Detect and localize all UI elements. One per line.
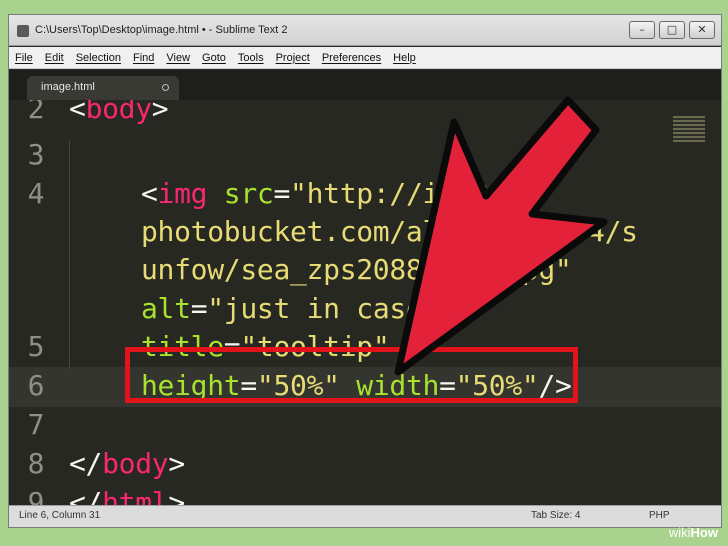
maximize-button[interactable]: □ [659,21,685,39]
menu-bar: File Edit Selection Find View Goto Tools… [9,47,721,69]
menu-file[interactable]: File [15,52,33,64]
watermark: wikiHow [668,525,718,540]
menu-goto[interactable]: Goto [202,52,226,64]
code-line-2: <body> [69,100,169,125]
line-number: 6 [27,369,45,402]
status-bar: Line 6, Column 31 Tab Size: 4 PHP [9,505,721,527]
unsaved-dot-icon[interactable] [162,84,169,91]
menu-selection[interactable]: Selection [76,52,121,64]
line-number: 5 [27,330,45,363]
minimap[interactable] [673,116,705,142]
code-line-4: <img src="http://i992. [141,177,506,210]
tab-size-indicator[interactable]: Tab Size: 4 [531,510,580,521]
line-number: 9 [27,486,45,506]
tab-image-html[interactable]: image.html [27,76,179,100]
menu-view[interactable]: View [166,52,190,64]
tab-label: image.html [41,81,95,93]
window-controls: – □ ✕ [629,21,715,39]
line-number: 4 [27,177,45,210]
code-line-4-wrap-3: alt="just in case" [141,292,440,325]
menu-project[interactable]: Project [276,52,310,64]
tab-bar: image.html [9,70,721,100]
sublime-window: C:\Users\Top\Desktop\image.html • - Subl… [8,14,722,528]
line-number: 8 [27,447,45,480]
code-line-4-wrap-1: photobucket.com/albums/af564/s [141,215,638,248]
code-line-4-wrap-2: unfow/sea_zps2088edcf.jpg" [141,253,572,286]
menu-edit[interactable]: Edit [45,52,64,64]
menu-preferences[interactable]: Preferences [322,52,381,64]
cursor-position: Line 6, Column 31 [19,510,101,521]
syntax-indicator[interactable]: PHP [649,510,670,521]
window-title: C:\Users\Top\Desktop\image.html • - Subl… [35,24,288,36]
menu-tools[interactable]: Tools [238,52,264,64]
code-line-8: </body> [69,447,185,480]
code-line-9: </html> [69,486,185,506]
line-number: 3 [27,138,45,171]
close-button[interactable]: ✕ [689,21,715,39]
title-bar: C:\Users\Top\Desktop\image.html • - Subl… [9,15,721,46]
code-editor[interactable]: 2 3 4 5 6 7 8 9 <body> <img src="http://… [9,100,721,506]
app-icon [17,25,29,37]
menu-help[interactable]: Help [393,52,416,64]
line-number: 2 [27,100,45,125]
highlight-box [125,347,578,403]
menu-find[interactable]: Find [133,52,154,64]
line-number: 7 [27,408,45,441]
minimize-button[interactable]: – [629,21,655,39]
indent-guide [69,140,70,370]
